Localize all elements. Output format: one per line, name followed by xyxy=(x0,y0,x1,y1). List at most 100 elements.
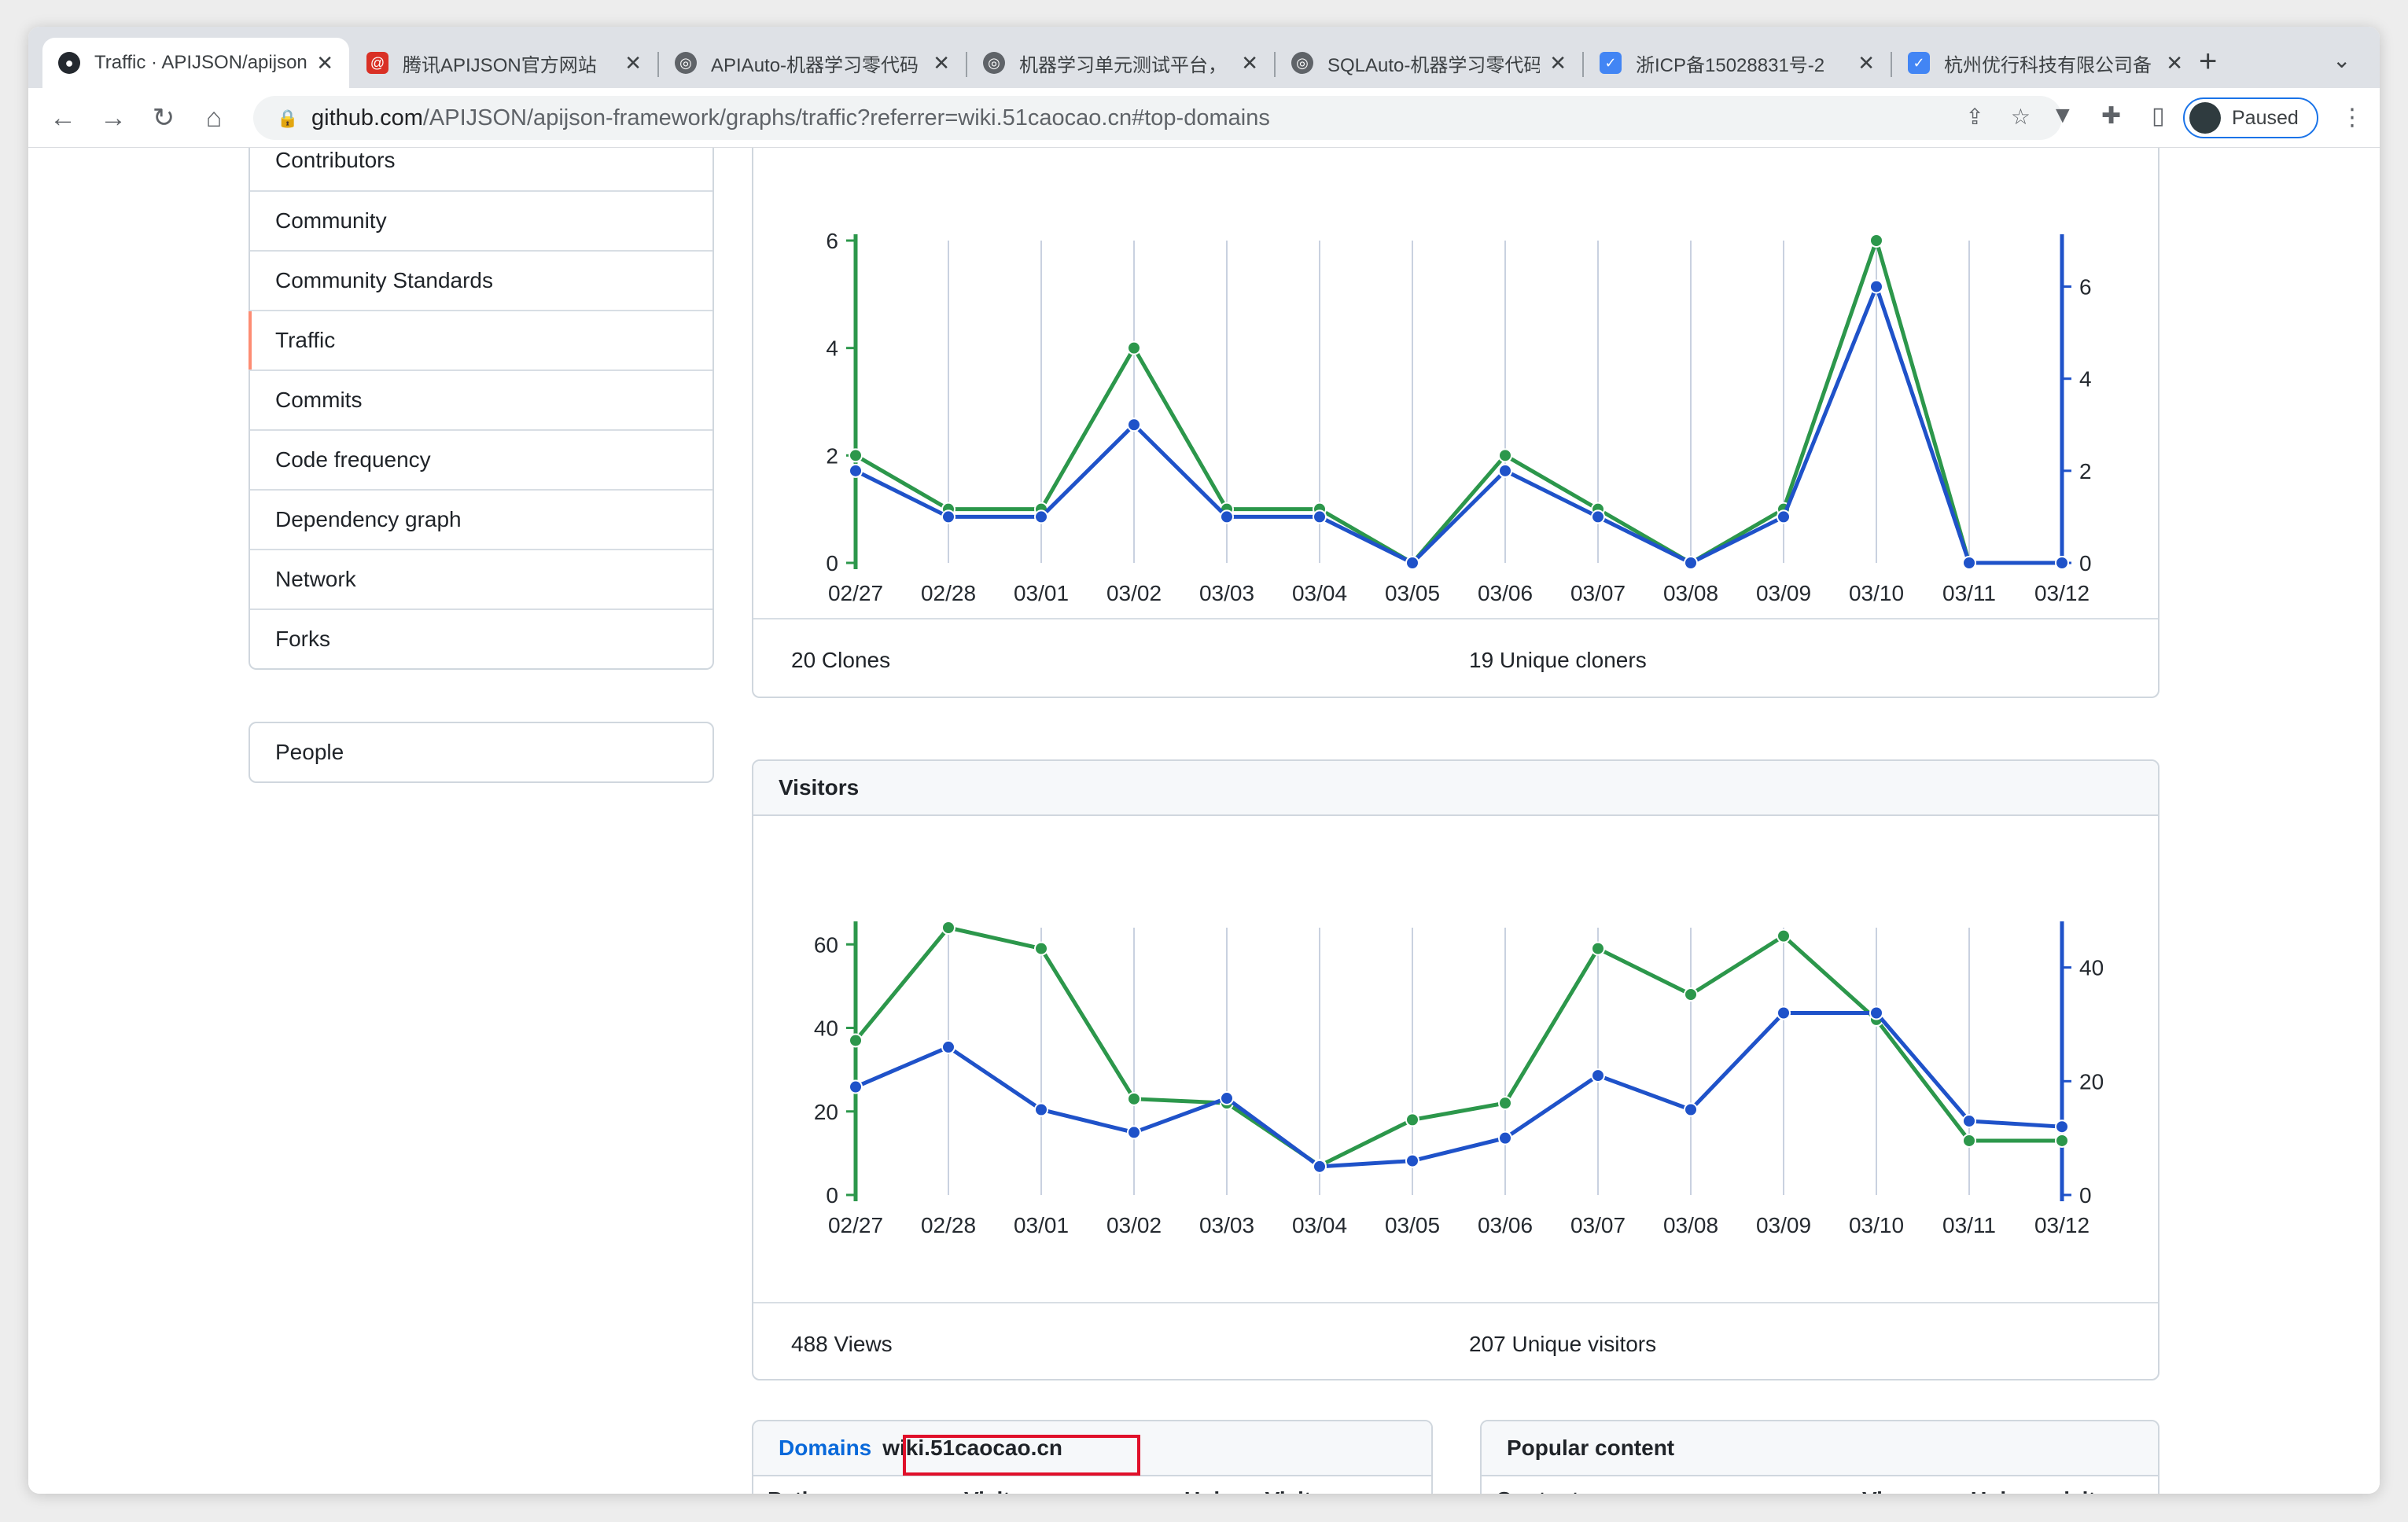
views-total: 488 Views xyxy=(791,1332,893,1356)
data-point-total xyxy=(2055,1133,2069,1148)
browser-window: ● Traffic · APIJSON/apijson ✕ @ 腾讯APIJSO… xyxy=(28,27,2380,1494)
x-tick-label: 03/08 xyxy=(1663,581,1718,605)
github-icon: ● xyxy=(58,52,80,74)
series-line-total xyxy=(854,925,2062,1168)
tab-icp[interactable]: ✓ 浙ICP备15028831号-2 ✕ xyxy=(1584,38,1891,88)
sidebar-item-contributors[interactable]: Contributors xyxy=(250,148,712,190)
address-bar[interactable]: 🔒 github.com/APIJSON/apijson-framework/g… xyxy=(253,96,2062,140)
data-point-unique xyxy=(1591,509,1605,524)
close-icon[interactable]: ✕ xyxy=(933,51,950,75)
left-tick-label: 0 xyxy=(826,1183,838,1208)
tab-title: 杭州优行科技有限公司备 xyxy=(1944,54,2152,76)
right-tick-label: 20 xyxy=(2079,1069,2104,1094)
extension-vue-icon[interactable]: ▼ xyxy=(2051,102,2075,129)
screen: ● Traffic · APIJSON/apijson ✕ @ 腾讯APIJSO… xyxy=(0,0,2408,1522)
x-tick-label: 03/11 xyxy=(1942,581,1996,605)
x-tick-label: 03/01 xyxy=(1014,581,1069,605)
data-point-total xyxy=(1405,1112,1419,1127)
left-tick-label: 20 xyxy=(814,1100,838,1124)
x-tick-label: 03/05 xyxy=(1385,581,1440,605)
sidebar-item-community-standards[interactable]: Community Standards xyxy=(250,250,712,310)
x-tick-label: 03/03 xyxy=(1199,581,1254,605)
share-icon[interactable]: ⇪ xyxy=(1965,104,1983,130)
left-tick-label: 4 xyxy=(826,336,838,361)
sidebar-item-code-frequency[interactable]: Code frequency xyxy=(250,429,712,489)
tab-title: SQLAuto-机器学习零代码 xyxy=(1327,54,1541,76)
globe-icon: ◎ xyxy=(675,52,697,74)
domains-link[interactable]: Domains xyxy=(779,1436,871,1461)
column-visits: Visits xyxy=(964,1487,1022,1494)
forward-button[interactable]: → xyxy=(94,99,132,137)
back-button[interactable]: ← xyxy=(44,99,82,137)
data-point-unique xyxy=(941,509,955,524)
close-icon[interactable]: ✕ xyxy=(1549,51,1567,75)
profile-button[interactable]: Paused xyxy=(2183,97,2318,138)
column-content: Content xyxy=(1496,1487,1579,1494)
data-point-total xyxy=(941,921,955,935)
sidebar-item-people[interactable]: People xyxy=(249,722,714,783)
new-tab-button[interactable]: + xyxy=(2199,44,2217,79)
x-tick-label: 03/10 xyxy=(1849,581,1904,605)
sidebar-item-community[interactable]: Community xyxy=(250,190,712,250)
data-point-total xyxy=(1127,340,1141,355)
sidebar-item-dependency-graph[interactable]: Dependency graph xyxy=(250,489,712,549)
sidebar-item-traffic[interactable]: Traffic xyxy=(249,310,712,369)
data-point-unique xyxy=(1684,1102,1698,1117)
sidebar-item-commits[interactable]: Commits xyxy=(250,369,712,429)
data-point-unique xyxy=(1034,509,1048,524)
tab-search-icon[interactable]: ⌄ xyxy=(2333,47,2351,73)
side-panel-icon[interactable]: ▯ xyxy=(2152,102,2165,130)
x-tick-label: 03/12 xyxy=(2034,1213,2090,1237)
column-path: Path xyxy=(768,1487,816,1494)
reload-button[interactable]: ↻ xyxy=(145,99,182,137)
tab-title: 机器学习单元测试平台， xyxy=(1019,54,1227,76)
close-icon[interactable]: ✕ xyxy=(2166,51,2183,75)
tab-apijson-site[interactable]: @ 腾讯APIJSON官方网站 ✕ xyxy=(351,38,657,88)
shield-icon: ✓ xyxy=(1908,52,1930,74)
data-point-unique xyxy=(1313,1159,1327,1174)
left-tick-label: 2 xyxy=(826,443,838,468)
right-tick-label: 40 xyxy=(2079,956,2104,980)
left-tick-label: 40 xyxy=(814,1017,838,1041)
x-tick-label: 03/04 xyxy=(1292,581,1347,605)
right-tick-label: 0 xyxy=(2079,551,2092,575)
tab-traffic[interactable]: ● Traffic · APIJSON/apijson ✕ xyxy=(42,38,349,88)
globe-icon: ◎ xyxy=(1291,52,1313,74)
popular-content-panel: Popular content Content Views Unique vis… xyxy=(1480,1420,2159,1494)
x-tick-label: 03/11 xyxy=(1942,1213,1996,1237)
close-icon[interactable]: ✕ xyxy=(316,51,333,75)
left-tick-label: 60 xyxy=(814,932,838,957)
left-tick-label: 6 xyxy=(826,229,838,253)
popular-table-header: Content Views Unique visitors xyxy=(1482,1476,2158,1494)
sidebar-item-network[interactable]: Network xyxy=(250,549,712,608)
url-path: /APIJSON/apijson-framework/graphs/traffi… xyxy=(422,105,1270,131)
domains-table-header: Path Visits Unique Visits xyxy=(753,1476,1431,1494)
close-icon[interactable]: ✕ xyxy=(1241,51,1258,75)
x-tick-label: 02/27 xyxy=(828,1213,883,1237)
data-point-unique xyxy=(1869,1005,1883,1020)
visitors-chart: 02/27 02/28 03/01 03/02 03/03 03/04 03/05 03/06… xyxy=(814,921,2104,1237)
bookmark-star-icon[interactable]: ☆ xyxy=(2011,104,2031,130)
tab-company[interactable]: ✓ 杭州优行科技有限公司备 ✕ xyxy=(1892,38,2199,88)
close-icon[interactable]: ✕ xyxy=(624,51,642,75)
data-point-unique xyxy=(1777,1005,1791,1020)
x-tick-label: 03/03 xyxy=(1199,1213,1254,1237)
data-point-total xyxy=(1127,1091,1141,1106)
extensions-puzzle-icon[interactable]: ✚ xyxy=(2101,102,2121,130)
home-button[interactable]: ⌂ xyxy=(195,99,233,137)
menu-icon[interactable]: ⋮ xyxy=(2340,104,2364,131)
clones-stats: 20 Clones 19 Unique cloners xyxy=(753,618,2158,697)
browser-toolbar: ← → ↻ ⌂ 🔒 github.com/APIJSON/apijson-fra… xyxy=(28,88,2380,148)
insights-sidebar: Contributors Community Community Standar… xyxy=(249,148,714,670)
tab-sqlauto[interactable]: ◎ SQLAuto-机器学习零代码 ✕ xyxy=(1276,38,1582,88)
unique-cloners: 19 Unique cloners xyxy=(1469,648,1647,672)
clones-panel: 02/27 02/28 03/01 03/02 03/03 03/04 03/05 03/06… xyxy=(752,148,2159,698)
tab-apiauto[interactable]: ◎ APIAuto-机器学习零代码 ✕ xyxy=(659,38,966,88)
visitors-title: Visitors xyxy=(753,761,2158,816)
data-point-unique xyxy=(1498,1130,1512,1145)
close-icon[interactable]: ✕ xyxy=(1858,51,1875,75)
data-point-unique xyxy=(1405,1153,1419,1168)
tab-unit-test[interactable]: ◎ 机器学习单元测试平台， ✕ xyxy=(967,38,1274,88)
data-point-total xyxy=(1034,941,1048,956)
sidebar-item-forks[interactable]: Forks xyxy=(250,608,712,668)
